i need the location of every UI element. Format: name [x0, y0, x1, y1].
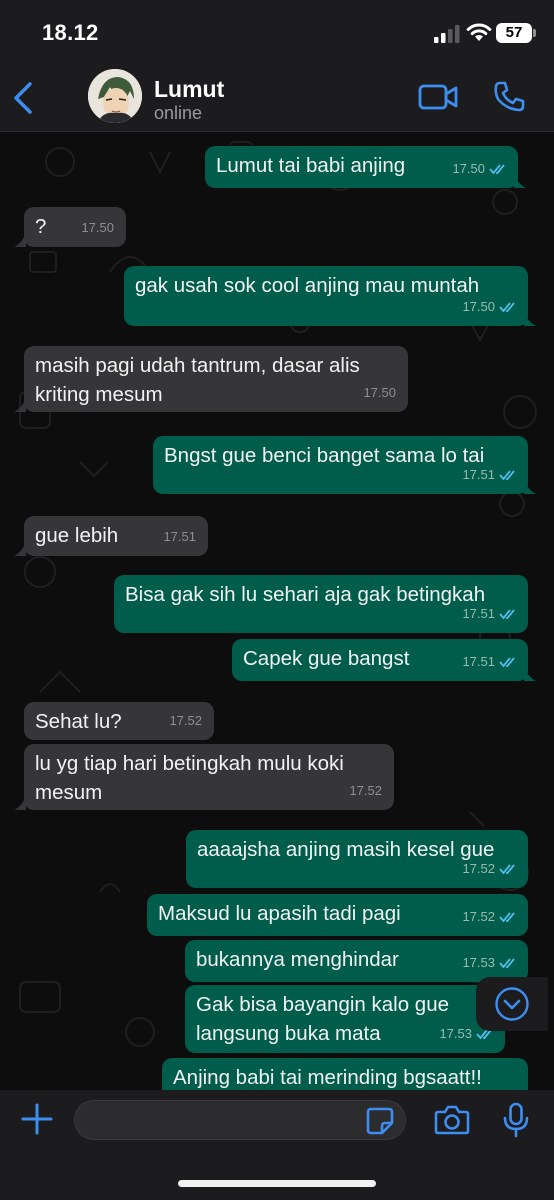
read-ticks-icon: [499, 469, 515, 480]
message-bubble-outgoing[interactable]: Bisa gak sih lu sehari aja gak betingkah…: [114, 575, 528, 633]
message-bubble-outgoing[interactable]: aaaajsha anjing masih kesel gue 17.52: [186, 830, 528, 888]
message-bubble-incoming[interactable]: ? 17.50: [24, 207, 126, 247]
avatar[interactable]: [88, 69, 142, 123]
voice-call-button[interactable]: [492, 80, 526, 114]
back-button[interactable]: [8, 78, 40, 118]
chat-area[interactable]: Lumut tai babi anjing 17.50 ? 17.50 gak …: [0, 132, 554, 1090]
message-time: 17.52: [169, 713, 202, 728]
plus-icon: [21, 1103, 53, 1135]
message-time: 17.51: [462, 606, 495, 621]
message-time: 17.50: [363, 385, 396, 400]
chat-header: Lumut online: [0, 66, 554, 132]
message-input[interactable]: [74, 1100, 406, 1140]
phone-icon: [494, 81, 525, 112]
avatar-image: [88, 69, 142, 123]
message-meta: 17.51: [462, 460, 518, 489]
read-ticks-icon: [499, 301, 515, 312]
bubble-tail: [14, 233, 26, 247]
bubble-tail: [14, 542, 26, 556]
contact-name[interactable]: Lumut: [154, 76, 224, 103]
message-meta: 17.52: [169, 706, 202, 735]
message-bubble-outgoing[interactable]: gak usah sok cool anjing mau muntah 17.5…: [124, 266, 528, 326]
message-bubble-incoming[interactable]: masih pagi udah tantrum, dasar alis krit…: [24, 346, 408, 412]
scroll-to-bottom-button[interactable]: [476, 977, 548, 1031]
message-bubble-outgoing[interactable]: bukannya menghindar 17.53: [185, 940, 528, 982]
message-meta: 17.50: [452, 154, 508, 183]
video-call-icon: [418, 84, 458, 110]
message-text: Anjing babi tai merinding bgsaatt!!: [173, 1066, 482, 1089]
video-call-button[interactable]: [418, 82, 460, 112]
message-meta: 17.51: [462, 599, 518, 628]
message-bubble-incoming[interactable]: lu yg tiap hari betingkah mulu koki mesu…: [24, 744, 394, 810]
attach-button[interactable]: [20, 1102, 54, 1136]
message-meta: 17.53: [462, 948, 518, 977]
message-time: 17.53: [439, 1026, 472, 1041]
message-time: 17.50: [452, 161, 485, 176]
bubble-tail: [524, 312, 536, 326]
message-meta: 17.51: [462, 647, 518, 676]
message-time: 17.52: [462, 909, 495, 924]
message-text: Bisa gak sih lu sehari aja gak betingkah: [125, 583, 486, 606]
message-meta: 17.52: [349, 776, 382, 805]
bubble-tail: [524, 480, 536, 494]
wifi-icon: [466, 23, 492, 41]
message-meta: 17.50: [462, 292, 518, 321]
status-time: 18.12: [42, 20, 99, 45]
read-ticks-icon: [489, 163, 505, 174]
bubble-tail: [14, 398, 26, 412]
bubble-tail: [14, 796, 26, 810]
bubble-tail: [524, 667, 536, 681]
read-ticks-icon: [499, 656, 515, 667]
message-bubble-outgoing[interactable]: Bngst gue benci banget sama lo tai 17.51: [153, 436, 528, 494]
battery-indicator: 57: [496, 23, 536, 43]
status-bar: 18.12 57: [0, 0, 554, 66]
message-meta: 17.52: [462, 854, 518, 883]
message-bubble-outgoing[interactable]: Lumut tai babi anjing 17.50: [205, 146, 518, 188]
message-bubble-outgoing[interactable]: Capek gue bangst 17.51: [232, 639, 528, 681]
sticker-icon: [366, 1107, 394, 1135]
signal-icon: [434, 25, 460, 43]
voice-message-button[interactable]: [502, 1102, 530, 1138]
message-time: 17.51: [462, 467, 495, 482]
message-time: 17.53: [462, 955, 495, 970]
message-meta: 17.50: [81, 213, 114, 242]
back-chevron-icon: [14, 82, 32, 114]
camera-icon: [434, 1105, 470, 1135]
read-ticks-icon: [499, 863, 515, 874]
read-ticks-icon: [499, 957, 515, 968]
contact-status: online: [154, 103, 203, 123]
bubble-tail: [514, 174, 526, 188]
message-bubble-outgoing[interactable]: Anjing babi tai merinding bgsaatt!!: [162, 1058, 528, 1090]
message-bubble-incoming[interactable]: gue lebih 17.51: [24, 516, 208, 556]
message-meta: 17.51: [163, 522, 196, 551]
read-ticks-icon: [499, 608, 515, 619]
home-indicator[interactable]: [178, 1180, 376, 1187]
message-time: 17.51: [462, 654, 495, 669]
message-text: gak usah sok cool anjing mau muntah: [135, 274, 480, 297]
message-time: 17.50: [81, 220, 114, 235]
message-bubble-incoming[interactable]: Sehat lu? 17.52: [24, 702, 214, 740]
message-time: 17.52: [349, 783, 382, 798]
message-time: 17.50: [462, 299, 495, 314]
mic-icon: [503, 1102, 529, 1138]
message-time: 17.51: [163, 529, 196, 544]
sticker-button[interactable]: [366, 1107, 394, 1135]
message-text: lu yg tiap hari betingkah mulu koki mesu…: [35, 752, 350, 804]
message-meta: 17.52: [462, 902, 518, 931]
message-bubble-outgoing[interactable]: Maksud lu apasih tadi pagi 17.52: [147, 894, 528, 936]
message-time: 17.52: [462, 861, 495, 876]
read-ticks-icon: [499, 911, 515, 922]
message-meta: 17.50: [363, 378, 396, 407]
chevron-down-icon: [495, 987, 529, 1021]
message-bubble-outgoing[interactable]: Gak bisa bayangin kalo gue langsung buka…: [185, 985, 505, 1053]
message-text: masih pagi udah tantrum, dasar alis krit…: [35, 354, 366, 406]
camera-button[interactable]: [434, 1105, 470, 1135]
